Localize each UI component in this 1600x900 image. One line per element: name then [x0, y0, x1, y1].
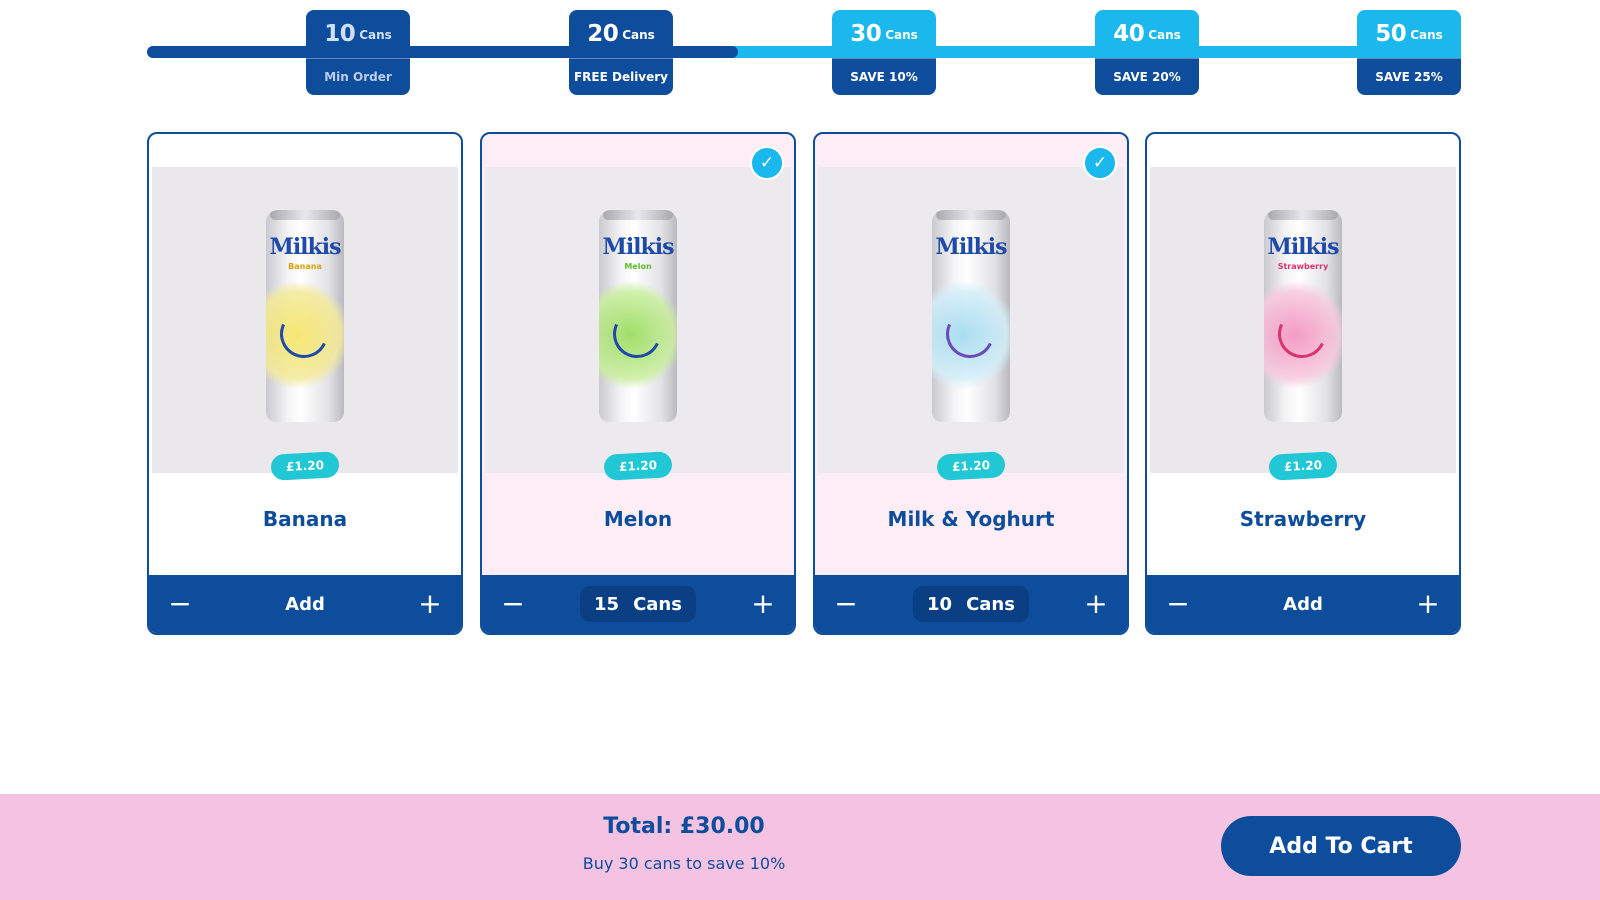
price-badge: £1.20 [270, 451, 340, 481]
price-badge: £1.20 [936, 451, 1006, 481]
product-card-strawberry[interactable]: Milkis Strawberry £1.20 Strawberry − Add… [1145, 132, 1461, 635]
plus-icon[interactable]: + [748, 589, 778, 619]
discount-hint: Buy 30 cans to save 10% [582, 854, 786, 873]
check-icon: ✓ [750, 146, 784, 180]
can-logo: Milkis [935, 234, 1007, 260]
minus-icon[interactable]: − [831, 589, 861, 619]
tier-reward: SAVE 20% [1095, 58, 1199, 95]
plus-icon[interactable]: + [415, 589, 445, 619]
product-image: Milkis Melon [485, 167, 791, 473]
add-button[interactable]: Add [285, 594, 325, 615]
can-flavor-text: Banana [288, 262, 322, 271]
can-illustration: Milkis [932, 210, 1010, 422]
add-to-cart-button[interactable]: Add To Cart [1221, 816, 1461, 876]
tier-50: 50 Cans SAVE 25% [1357, 10, 1461, 95]
quantity-display: 10 Cans [913, 586, 1029, 622]
quantity-controls: − 15 Cans + [482, 575, 794, 633]
order-total: Total: £30.00 [603, 814, 765, 839]
product-name: Milk & Yoghurt [887, 507, 1055, 531]
can-illustration: Milkis Banana [266, 210, 344, 422]
tier-count: 10 [324, 21, 356, 47]
tier-reward: SAVE 10% [832, 58, 936, 95]
price-badge: £1.20 [1268, 451, 1338, 481]
quantity-controls: − Add + [1147, 575, 1459, 633]
check-icon: ✓ [1083, 146, 1117, 180]
product-card-banana[interactable]: Milkis Banana £1.20 Banana − Add + [147, 132, 463, 635]
tier-40: 40 Cans SAVE 20% [1095, 10, 1199, 95]
plus-icon[interactable]: + [1413, 589, 1443, 619]
can-illustration: Milkis Strawberry [1264, 210, 1342, 422]
tier-unit: Cans [1148, 28, 1181, 42]
tier-unit: Cans [1410, 28, 1443, 42]
product-grid: Milkis Banana £1.20 Banana − Add + Milki… [147, 132, 1461, 635]
product-image: Milkis Strawberry [1150, 167, 1456, 473]
quantity-display: 15 Cans [580, 586, 696, 622]
can-logo: Milkis [1267, 234, 1339, 260]
tier-30: 30 Cans SAVE 10% [832, 10, 936, 95]
quantity-value: 10 [927, 593, 953, 615]
product-image: Milkis Banana [152, 167, 458, 473]
quantity-unit: Cans [633, 593, 682, 615]
tier-progress: 10 Cans Min Order 20 Cans FREE Delivery 30… [0, 0, 1600, 110]
quantity-unit: Cans [966, 593, 1015, 615]
tier-unit: Cans [622, 28, 655, 42]
can-illustration: Milkis Melon [599, 210, 677, 422]
can-flavor-text: Strawberry [1277, 262, 1329, 271]
tier-count: 40 [1113, 21, 1145, 47]
plus-icon[interactable]: + [1081, 589, 1111, 619]
tier-count: 20 [587, 21, 619, 47]
product-name: Banana [262, 507, 348, 531]
product-card-melon[interactable]: Milkis Melon ✓ £1.20 Melon − 15 Cans + [480, 132, 796, 635]
quantity-controls: − 10 Cans + [815, 575, 1127, 633]
minus-icon[interactable]: − [498, 589, 528, 619]
tier-count: 30 [850, 21, 882, 47]
product-card-milk-yoghurt[interactable]: Milkis ✓ £1.20 Milk & Yoghurt − 10 Cans … [813, 132, 1129, 635]
product-name: Melon [603, 507, 673, 531]
tier-reward: Min Order [306, 58, 410, 95]
tier-10: 10 Cans Min Order [306, 10, 410, 95]
tier-count: 50 [1375, 21, 1407, 47]
cart-footer: Total: £30.00 Buy 30 cans to save 10% Ad… [0, 794, 1600, 900]
can-logo: Milkis [602, 234, 674, 260]
tier-unit: Cans [885, 28, 918, 42]
tier-unit: Cans [359, 28, 392, 42]
quantity-value: 15 [594, 593, 620, 615]
minus-icon[interactable]: − [1163, 589, 1193, 619]
can-flavor-text: Melon [624, 262, 652, 271]
add-button[interactable]: Add [1283, 594, 1323, 615]
price-badge: £1.20 [603, 451, 673, 481]
tier-reward: SAVE 25% [1357, 58, 1461, 95]
minus-icon[interactable]: − [165, 589, 195, 619]
can-logo: Milkis [269, 234, 341, 260]
quantity-controls: − Add + [149, 575, 461, 633]
product-name: Strawberry [1239, 507, 1367, 531]
product-image: Milkis [818, 167, 1124, 473]
tier-reward: FREE Delivery [569, 58, 673, 95]
tier-20: 20 Cans FREE Delivery [569, 10, 673, 95]
